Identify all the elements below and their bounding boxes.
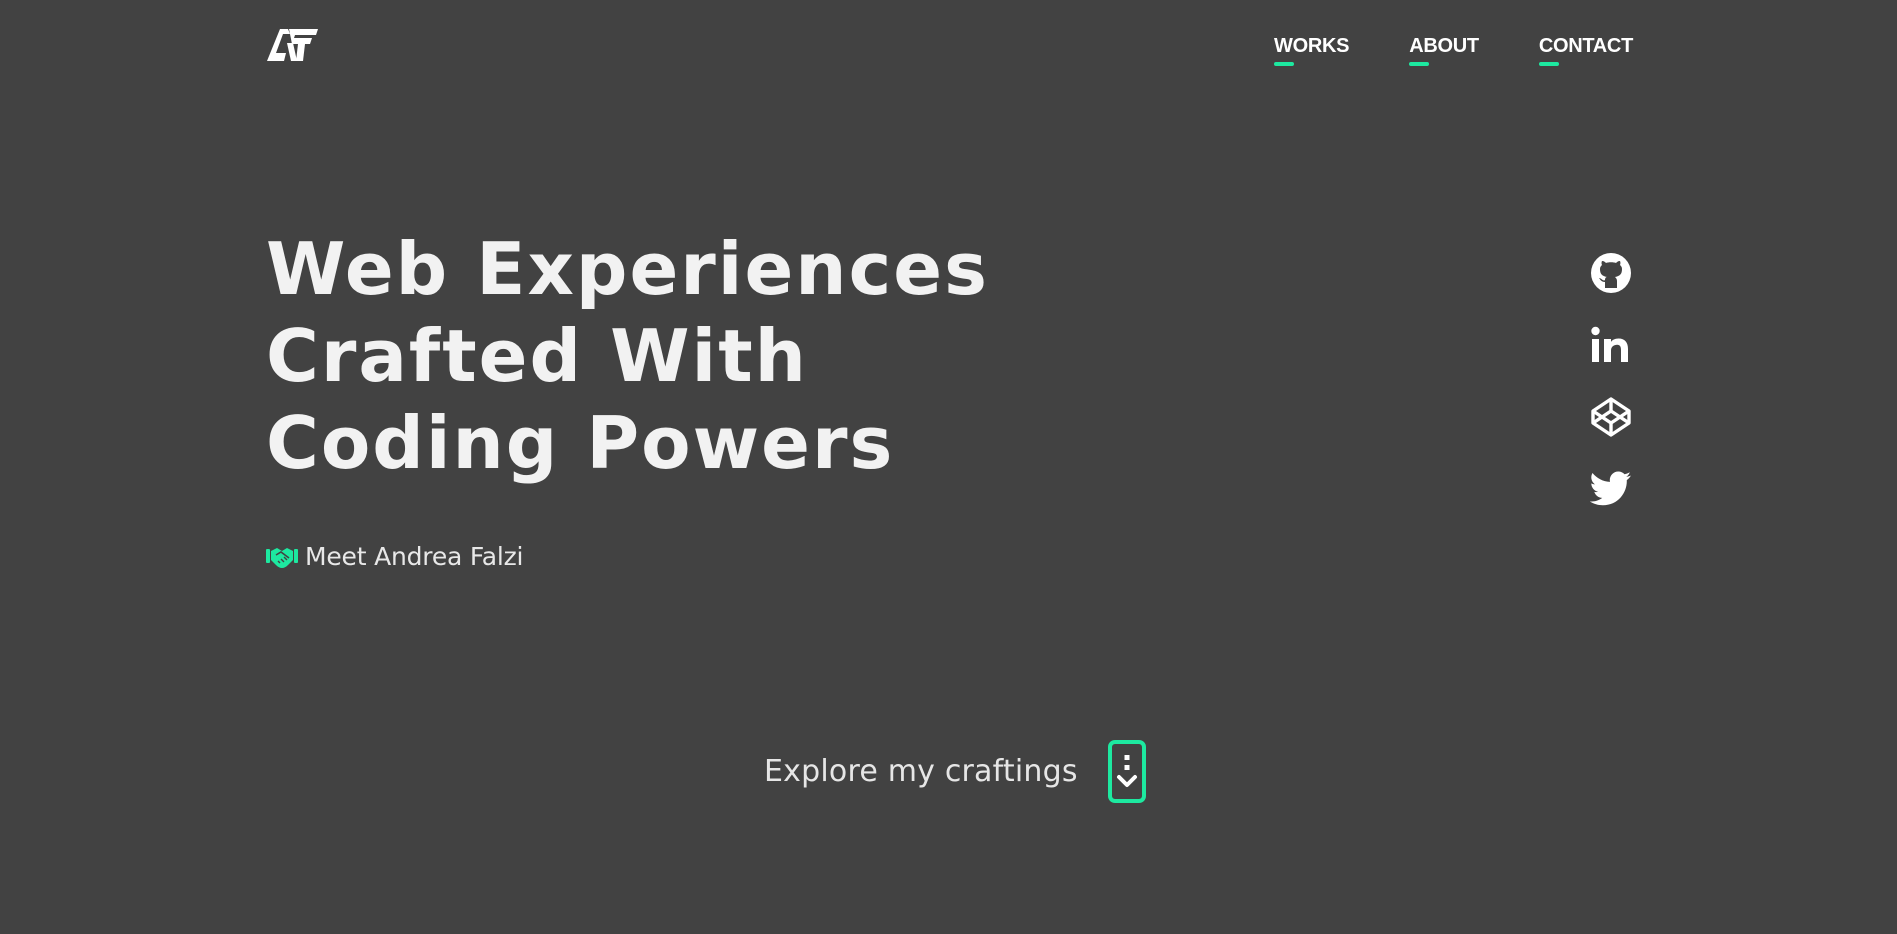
hero-title-line-2: Crafted With xyxy=(266,314,808,398)
social-codepen[interactable] xyxy=(1590,396,1632,438)
scroll-down-icon xyxy=(1116,755,1137,787)
logo[interactable] xyxy=(267,29,318,61)
nav-about-label: ABOUT xyxy=(1409,35,1479,57)
nav-works[interactable]: WORKS xyxy=(1274,34,1350,66)
linkedin-icon xyxy=(1591,326,1628,362)
handshake-icon xyxy=(266,547,298,568)
scroll-down-button[interactable] xyxy=(1107,740,1146,803)
nav-contact[interactable]: CONTACT xyxy=(1538,34,1633,66)
social-github[interactable] xyxy=(1590,252,1632,294)
social-linkedin[interactable] xyxy=(1590,324,1632,366)
explore-label[interactable]: Explore my craftings xyxy=(764,754,1078,789)
social-twitter[interactable] xyxy=(1590,468,1632,510)
hero-title-line-3: Coding Powers xyxy=(266,401,895,485)
meet-label: Meet Andrea Falzi xyxy=(305,542,524,571)
nav-about[interactable]: ABOUT xyxy=(1409,34,1479,66)
hero-title: Web Experiences Crafted With Coding Powe… xyxy=(266,226,989,487)
twitter-icon xyxy=(1590,471,1631,506)
nav-about-underline xyxy=(1409,62,1430,66)
meet-link[interactable]: Meet Andrea Falzi xyxy=(266,542,523,571)
main-nav: WORKS ABOUT CONTACT xyxy=(1274,34,1633,66)
codepen-icon xyxy=(1591,397,1631,437)
github-icon xyxy=(1591,253,1631,293)
nav-works-underline xyxy=(1274,62,1295,66)
nav-contact-label: CONTACT xyxy=(1538,35,1633,57)
social-links xyxy=(1590,252,1632,510)
nav-works-label: WORKS xyxy=(1274,35,1350,57)
nav-contact-underline xyxy=(1538,62,1559,66)
af-logo-icon xyxy=(267,29,318,61)
explore-section: Explore my craftings xyxy=(764,740,1146,803)
hero-title-line-1: Web Experiences xyxy=(266,227,989,311)
page: WORKS ABOUT CONTACT Web Experiences Craf… xyxy=(0,0,1897,934)
